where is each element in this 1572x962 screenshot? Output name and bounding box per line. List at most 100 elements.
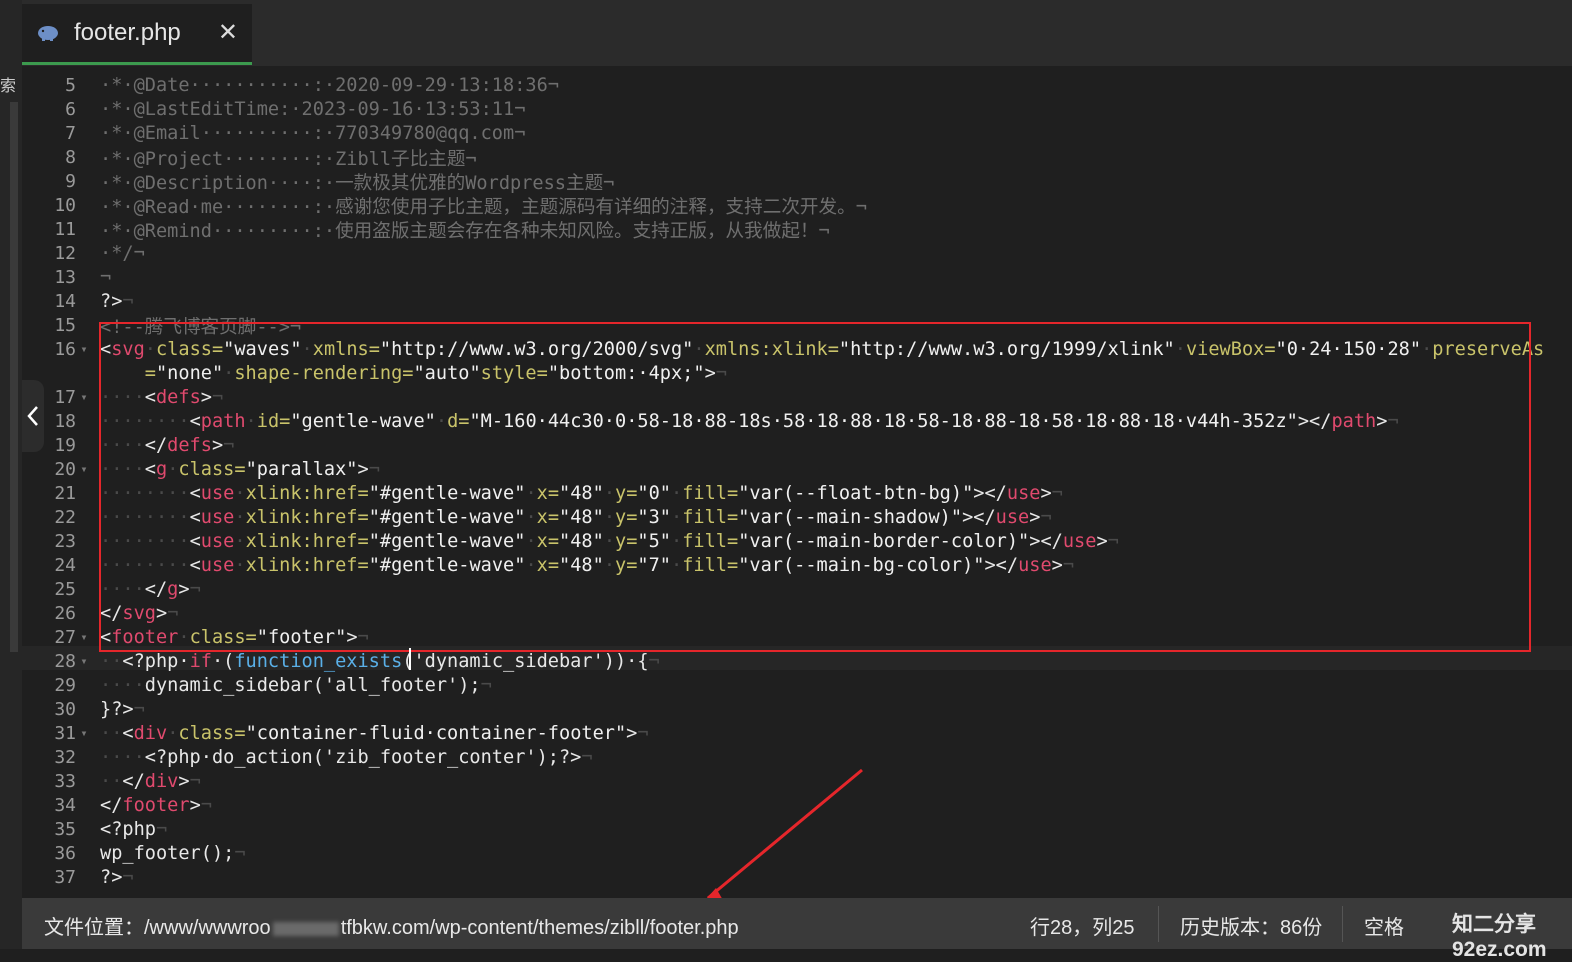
- fold-toggle-icon[interactable]: ▾: [76, 462, 92, 476]
- code-line[interactable]: 10 ·*·@Read·me········:·感谢您使用子比主题，主题源码有详细…: [22, 193, 1572, 218]
- code-line[interactable]: ="none"·shape-rendering="auto"style="bot…: [22, 361, 1572, 385]
- search-panel-label[interactable]: 索: [0, 72, 16, 98]
- code-token: ····: [100, 386, 145, 408]
- code-token: ····: [100, 578, 145, 600]
- code-token: if: [189, 650, 212, 672]
- code-text: ····<?php·do_action('zib_footer_conter')…: [92, 747, 593, 768]
- code-token: class=: [178, 722, 246, 744]
- code-line[interactable]: 37 ?>¬: [22, 865, 1572, 889]
- code-line[interactable]: 24 ········<use·xlink:href="#gentle-wave"…: [22, 553, 1572, 577]
- fold-toggle-icon[interactable]: ▾: [76, 342, 92, 356]
- code-line[interactable]: 7 ·*·@Email··········:·770349780@qq.com¬: [22, 121, 1572, 145]
- code-token: </: [144, 434, 168, 456]
- code-line[interactable]: 29 ····dynamic_sidebar('all_footer');¬: [22, 673, 1572, 697]
- code-token: xmlns:xlink=: [704, 338, 839, 360]
- code-token: div: [133, 722, 168, 744]
- code-line[interactable]: 19 ····</defs>¬: [22, 433, 1572, 457]
- code-token: ····: [100, 458, 145, 480]
- close-icon[interactable]: ✕: [218, 18, 238, 47]
- code-line[interactable]: 5 ·*·@Date···········:·2020-09-29·13:18:3…: [22, 73, 1572, 97]
- code-line[interactable]: 22 ········<use·xlink:href="#gentle-wave"…: [22, 505, 1572, 529]
- code-line[interactable]: 15 <!--腾飞博客页脚-->¬: [22, 313, 1572, 338]
- fold-toggle-icon[interactable]: ▾: [76, 726, 92, 740]
- code-line[interactable]: 6 ·*·@LastEditTime:·2023-09-16·13:53:11¬: [22, 97, 1572, 121]
- code-line[interactable]: 34 </footer>¬: [22, 793, 1572, 817]
- code-token: "container-fluid·container-footer": [245, 722, 627, 744]
- fold-toggle-icon[interactable]: ▾: [76, 654, 92, 668]
- tab-bar: footer.php ✕: [22, 0, 1572, 67]
- code-text: ········<use·xlink:href="#gentle-wave"·x…: [92, 507, 1052, 528]
- code-line[interactable]: 23 ········<use·xlink:href="#gentle-wave"…: [22, 529, 1572, 553]
- file-path[interactable]: 文件位置：/www/wwwroo tfbkw.com/wp-content/the…: [44, 911, 739, 940]
- code-line[interactable]: 9 ·*·@Description····:·一款极其优雅的Wordpress主题…: [22, 169, 1572, 194]
- code-token: ··: [100, 650, 123, 672]
- code-text: ····<g·class="parallax">¬: [92, 459, 380, 480]
- code-token: <?php: [100, 818, 156, 840]
- code-token: ·*/¬: [100, 242, 145, 264]
- code-line[interactable]: 14 ?>¬: [22, 289, 1572, 313]
- code-line[interactable]: 33 ··</div>¬: [22, 769, 1572, 793]
- code-token: ¬: [1107, 530, 1119, 552]
- code-token: ··: [100, 722, 123, 744]
- code-text: ····</defs>¬: [92, 435, 234, 456]
- status-divider: [1342, 906, 1343, 942]
- code-line[interactable]: 36 wp_footer();¬: [22, 841, 1572, 865]
- code-token: use: [995, 506, 1030, 528]
- history-versions[interactable]: 历史版本：86份: [1180, 911, 1322, 940]
- code-text: ·*·@Email··········:·770349780@qq.com¬: [92, 123, 525, 144]
- code-editor[interactable]: 5 ·*·@Date···········:·2020-09-29·13:18:3…: [22, 66, 1572, 898]
- code-token: ·: [223, 362, 235, 384]
- code-text: ····<defs>¬: [92, 387, 223, 408]
- code-line[interactable]: 20 ▾ ····<g·class="parallax">¬: [22, 457, 1572, 481]
- code-token: viewBox=: [1185, 338, 1276, 360]
- code-token: "http://www.w3.org/2000/svg": [379, 338, 694, 360]
- collapse-sidebar-button[interactable]: [22, 380, 44, 452]
- code-text: </footer>¬: [92, 795, 212, 816]
- code-line[interactable]: 17 ▾ ····<defs>¬: [22, 385, 1572, 409]
- code-line[interactable]: 13 ¬: [22, 265, 1572, 289]
- fold-toggle-icon[interactable]: ▾: [76, 390, 92, 404]
- code-token: ></: [1297, 410, 1332, 432]
- code-token: x=: [536, 530, 560, 552]
- cursor-position[interactable]: 行28，列25: [1030, 911, 1135, 940]
- code-line[interactable]: 11 ·*·@Remind·········:·使用盗版主题会存在各种未知风险。支…: [22, 217, 1572, 242]
- code-token: "none": [155, 362, 224, 384]
- code-token: ········: [100, 554, 190, 576]
- code-token: >: [346, 626, 358, 648]
- tab-footer-php[interactable]: footer.php ✕: [22, 4, 252, 65]
- code-line[interactable]: 16 ▾ <svg·class="waves"·xmlns="http://www.…: [22, 337, 1572, 361]
- code-token: g: [155, 458, 168, 480]
- code-line[interactable]: 35 <?php¬: [22, 817, 1572, 841]
- code-token: <: [189, 410, 201, 432]
- code-token: fill=: [682, 554, 739, 576]
- code-token: ·: [525, 482, 537, 504]
- code-token: ·: [245, 410, 257, 432]
- code-token: ·: [167, 722, 179, 744]
- code-line[interactable]: 31 ▾ ··<div·class="container-fluid·contain…: [22, 721, 1572, 745]
- redacted-path-segment: [272, 921, 339, 936]
- code-line[interactable]: 28 ▾ ··<?php·if·(function_exists('dynamic_…: [22, 649, 1572, 673]
- code-token: <: [100, 626, 112, 648]
- code-token: ·: [603, 482, 616, 504]
- code-token: ·: [603, 506, 616, 528]
- fold-toggle-icon[interactable]: ▾: [76, 630, 92, 644]
- code-token: preserveAs: [1432, 338, 1545, 360]
- code-token: footer: [111, 626, 179, 648]
- code-token: use: [1006, 482, 1041, 504]
- code-line[interactable]: 27 ▾ <footer·class="footer">¬: [22, 625, 1572, 649]
- code-line[interactable]: 26 </svg>¬: [22, 601, 1572, 625]
- code-token: "7": [637, 554, 671, 576]
- code-line[interactable]: 21 ········<use·xlink:href="#gentle-wave"…: [22, 481, 1572, 505]
- code-token: ········: [100, 410, 190, 432]
- indent-setting[interactable]: 空格: [1364, 911, 1404, 940]
- code-line[interactable]: 30}?>¬: [22, 697, 1572, 721]
- code-line[interactable]: 25 ····</g>¬: [22, 577, 1572, 601]
- code-line[interactable]: 12 ·*/¬: [22, 241, 1572, 265]
- code-line[interactable]: 8 ·*·@Project········:·Zibll子比主题¬: [22, 145, 1572, 170]
- code-token: fill=: [682, 482, 739, 504]
- line-number: 6: [65, 98, 76, 120]
- code-line[interactable]: 32 ····<?php·do_action('zib_footer_conter…: [22, 745, 1572, 769]
- code-line[interactable]: 18 ········<path·id="gentle-wave"·d="M-16…: [22, 409, 1572, 433]
- code-token: class=: [178, 458, 246, 480]
- panel-scrollbar[interactable]: [10, 102, 18, 652]
